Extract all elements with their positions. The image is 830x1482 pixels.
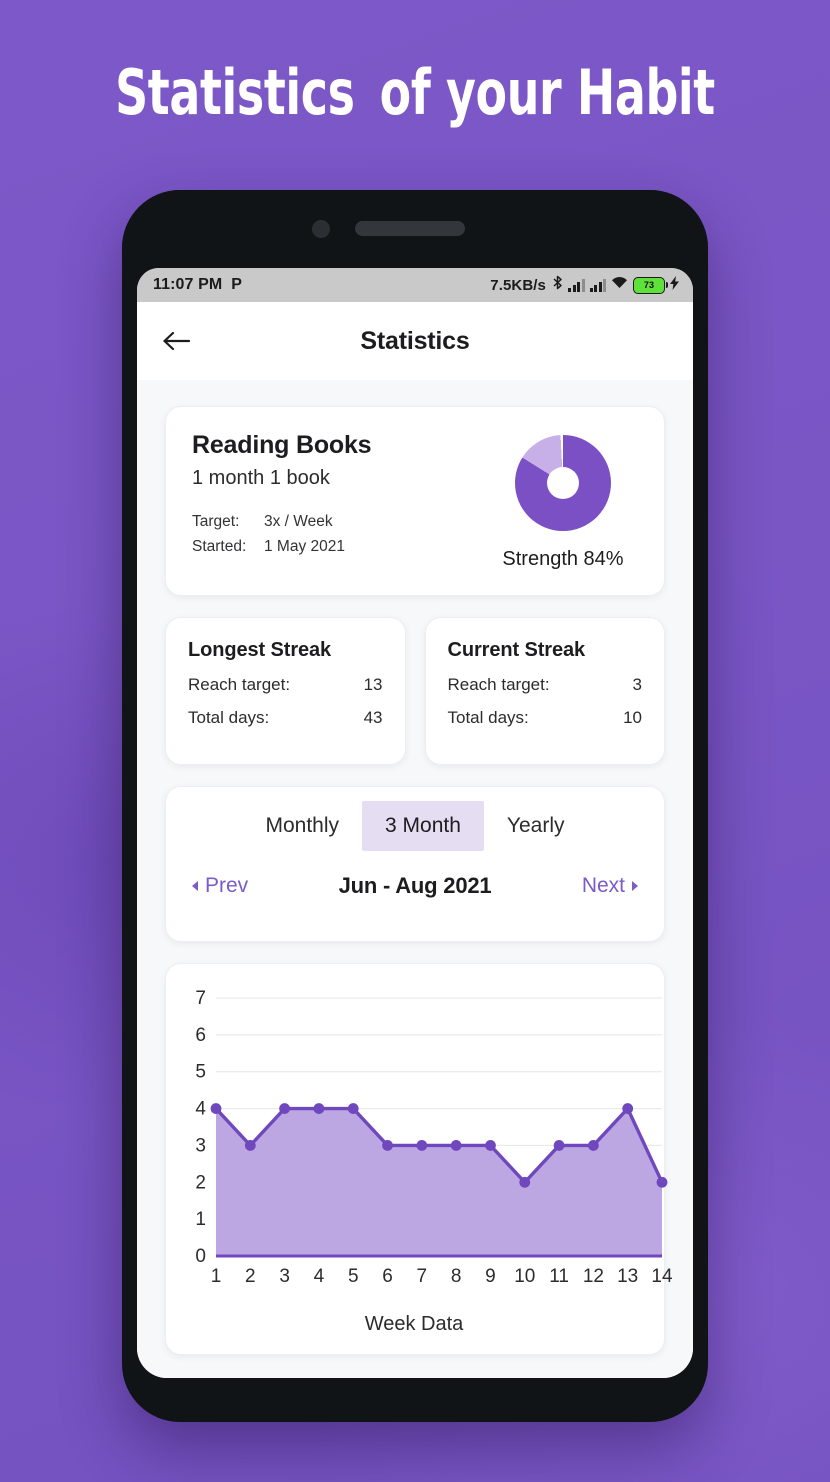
svg-text:11: 11 [549, 1266, 569, 1287]
period-range-label: Jun - Aug 2021 [338, 873, 492, 898]
svg-text:13: 13 [617, 1266, 638, 1287]
svg-text:4: 4 [314, 1266, 325, 1287]
streak-title: Longest Streak [188, 639, 332, 661]
svg-text:5: 5 [195, 1062, 206, 1083]
habit-strength: Strength 84% [488, 431, 638, 571]
next-period-button[interactable]: Next [582, 874, 638, 898]
strength-donut-chart [515, 435, 611, 531]
bluetooth-icon [552, 275, 563, 295]
habit-subtitle: 1 month 1 book [192, 467, 330, 489]
week-data-area-chart: 0 1 2 3 4 5 6 7 1 2 3 4 5 6 7 8 9 10 11 12 13 14 [180, 984, 673, 1305]
svg-text:7: 7 [195, 988, 206, 1009]
period-nav-row: Prev Jun - Aug 2021 Next [166, 851, 664, 899]
app-bar: Statistics [137, 302, 693, 380]
headline-part-1: Statistics [115, 56, 355, 129]
svg-text:14: 14 [651, 1266, 672, 1287]
svg-text:9: 9 [485, 1266, 496, 1287]
habit-started-value: 1 May 2021 [264, 538, 345, 555]
poster-background: Statistics of your Habit 11:07 PM P 7.5KB… [0, 0, 830, 1482]
network-speed-label: 7.5KB/s [490, 276, 546, 294]
habit-info: Reading Books 1 month 1 book Target: 3x … [192, 431, 488, 559]
streak-total-label: Total days: [188, 708, 270, 727]
habit-started-label: Started: [192, 538, 247, 555]
habit-target-value: 3x / Week [264, 513, 333, 530]
habit-summary-card[interactable]: Reading Books 1 month 1 book Target: 3x … [165, 406, 665, 596]
svg-text:5: 5 [348, 1266, 359, 1287]
svg-text:12: 12 [583, 1266, 604, 1287]
headline-part-2: of your Habit [379, 56, 716, 129]
week-data-chart-card: 0 1 2 3 4 5 6 7 1 2 3 4 5 6 7 8 9 10 11 12 13 14 Week Data [165, 963, 673, 1355]
svg-text:6: 6 [195, 1025, 206, 1046]
streak-reach-value: 3 [632, 675, 642, 694]
svg-text:4: 4 [195, 1099, 206, 1120]
poster-headline: Statistics of your Habit [108, 54, 722, 132]
tab-yearly[interactable]: Yearly [484, 801, 588, 851]
svg-text:1: 1 [211, 1266, 222, 1287]
chevron-right-icon [632, 881, 638, 891]
phone-screen: 11:07 PM P 7.5KB/s 73 Statistics Reading… [137, 268, 693, 1378]
svg-text:2: 2 [245, 1266, 256, 1287]
back-button[interactable] [159, 324, 193, 358]
phone-top-bezel [122, 190, 708, 268]
page-title: Statistics [360, 326, 470, 355]
prev-period-button[interactable]: Prev [192, 874, 248, 898]
svg-text:3: 3 [195, 1135, 206, 1156]
streak-total-value: 43 [363, 708, 383, 727]
habit-target-label: Target: [192, 513, 240, 530]
streak-reach-label: Reach target: [188, 675, 291, 694]
streak-total-row: Total days: 10 [448, 708, 643, 728]
streak-total-label: Total days: [447, 708, 529, 727]
front-camera-icon [312, 220, 330, 238]
habit-name: Reading Books [192, 431, 372, 459]
streak-total-value: 10 [623, 708, 642, 727]
streak-total-row: Total days: 43 [188, 708, 383, 728]
wifi-icon [611, 276, 628, 294]
next-label: Next [581, 874, 625, 897]
tab-3-month[interactable]: 3 Month [362, 801, 484, 851]
svg-text:10: 10 [514, 1266, 535, 1287]
signal-bars-sim2-icon [589, 278, 606, 292]
current-streak-card: Current Streak Reach target: 3 Total day… [424, 617, 665, 765]
svg-text:7: 7 [417, 1266, 428, 1287]
charging-bolt-icon [670, 275, 679, 295]
chevron-left-icon [192, 881, 198, 891]
battery-indicator: 73 [633, 276, 668, 294]
streak-reach-label: Reach target: [447, 675, 550, 694]
arrow-left-icon [163, 331, 190, 351]
strength-label: Strength 84% [502, 548, 624, 570]
habit-started-row: Started: 1 May 2021 [192, 534, 488, 559]
tab-monthly[interactable]: Monthly [242, 801, 362, 851]
prev-label: Prev [205, 874, 249, 897]
longest-streak-card: Longest Streak Reach target: 13 Total da… [165, 617, 406, 765]
streak-row: Longest Streak Reach target: 13 Total da… [165, 617, 665, 765]
status-time: 11:07 PM [153, 276, 223, 293]
streak-reach-value: 13 [363, 675, 383, 694]
app-notification-icon: P [231, 276, 243, 293]
svg-text:3: 3 [279, 1266, 290, 1287]
streak-reach-row: Reach target: 13 [188, 675, 383, 695]
svg-text:6: 6 [382, 1266, 393, 1287]
earpiece-speaker [355, 221, 465, 236]
habit-meta: Target: 3x / Week Started: 1 May 2021 [192, 509, 488, 559]
svg-text:2: 2 [195, 1172, 206, 1193]
chart-x-axis-title: Week Data [364, 1313, 464, 1335]
svg-text:1: 1 [195, 1209, 206, 1230]
streak-reach-row: Reach target: 3 [448, 675, 643, 695]
habit-target-row: Target: 3x / Week [192, 509, 488, 534]
svg-text:0: 0 [195, 1246, 206, 1267]
phone-mockup: 11:07 PM P 7.5KB/s 73 Statistics Reading… [122, 190, 708, 1422]
content-area: Reading Books 1 month 1 book Target: 3x … [137, 380, 693, 1378]
svg-text:8: 8 [451, 1266, 462, 1287]
period-selector-card: Monthly 3 Month Yearly Prev Jun - Aug 20… [165, 786, 665, 942]
signal-bars-sim1-icon [568, 278, 585, 292]
period-segmented-control: Monthly 3 Month Yearly [166, 801, 664, 851]
streak-title: Current Streak [447, 639, 586, 661]
status-bar: 11:07 PM P 7.5KB/s 73 [137, 268, 693, 302]
